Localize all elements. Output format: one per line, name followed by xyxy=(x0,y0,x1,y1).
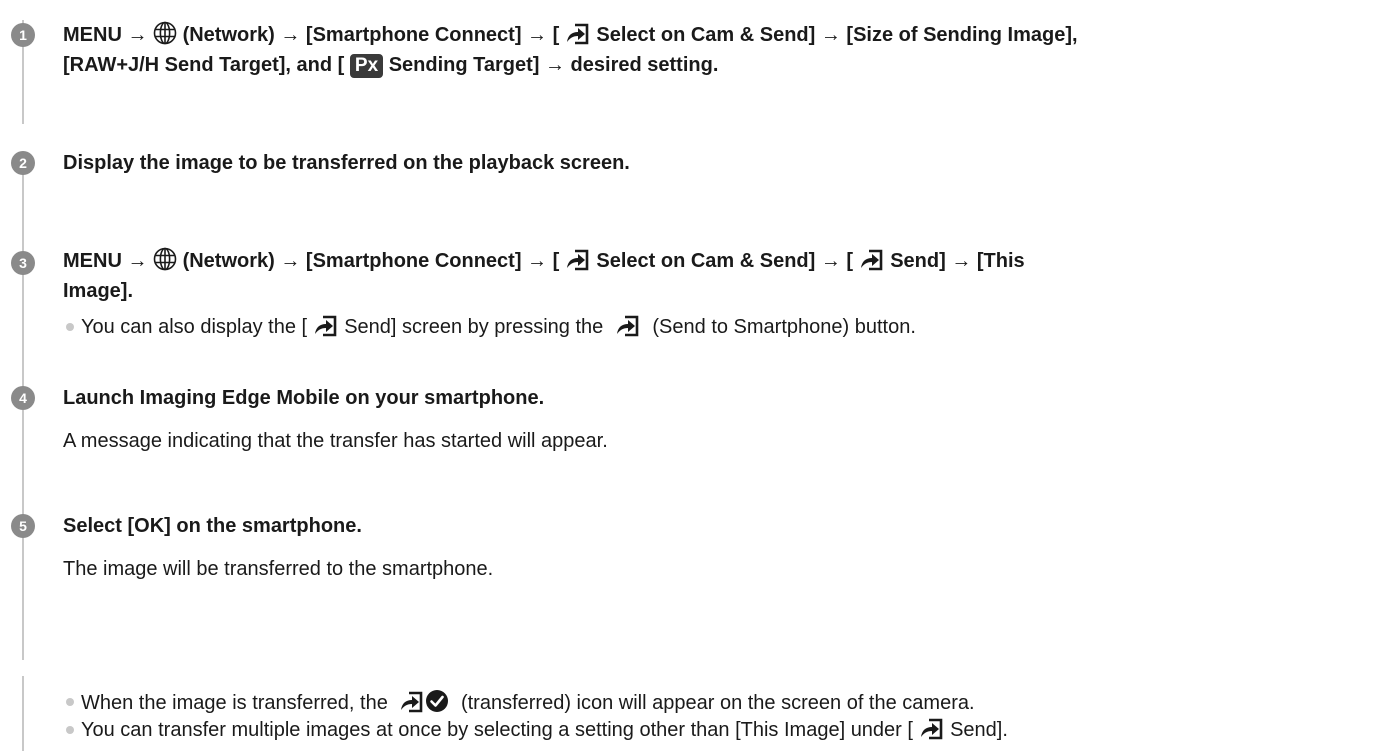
step-title: MENU → (Network) → [Smartphone Connect] … xyxy=(63,20,1388,80)
step-number: 1 xyxy=(11,23,35,47)
step-title: MENU → (Network) → [Smartphone Connect] … xyxy=(63,246,1388,306)
bullet-dot xyxy=(66,726,74,734)
timeline-rail xyxy=(22,174,24,258)
step-number: 4 xyxy=(11,386,35,410)
timeline-rail xyxy=(22,274,24,394)
list-item: You can also display the [ Send] screen … xyxy=(66,314,916,340)
bullet-dot xyxy=(66,698,74,706)
step-number: 5 xyxy=(11,514,35,538)
step-number: 2 xyxy=(11,151,35,175)
send-to-smartphone-icon xyxy=(859,249,885,271)
globe-icon xyxy=(153,21,177,45)
list-item: You can transfer multiple images at once… xyxy=(66,717,1008,743)
bullet-dot xyxy=(66,323,74,331)
step-title: Display the image to be transferred on t… xyxy=(63,152,630,174)
transferred-check-icon xyxy=(426,690,449,712)
send-to-smartphone-icon xyxy=(565,23,591,45)
step-description: The image will be transferred to the sma… xyxy=(63,558,494,580)
step-description: A message indicating that the transfer h… xyxy=(63,430,608,452)
send-to-smartphone-icon xyxy=(399,691,425,713)
send-to-smartphone-icon xyxy=(565,249,591,271)
px-badge-icon: Px xyxy=(349,54,384,78)
timeline-rail xyxy=(22,676,24,751)
step-number: 3 xyxy=(11,251,35,275)
send-to-smartphone-icon xyxy=(615,315,641,337)
send-to-smartphone-icon xyxy=(313,315,339,337)
step-title: Launch Imaging Edge Mobile on your smart… xyxy=(63,387,545,409)
step-title: Select [OK] on the smartphone. xyxy=(63,515,362,537)
globe-icon xyxy=(153,247,177,271)
send-to-smartphone-icon xyxy=(919,718,945,740)
list-item: When the image is transferred, the (tran… xyxy=(66,689,975,716)
